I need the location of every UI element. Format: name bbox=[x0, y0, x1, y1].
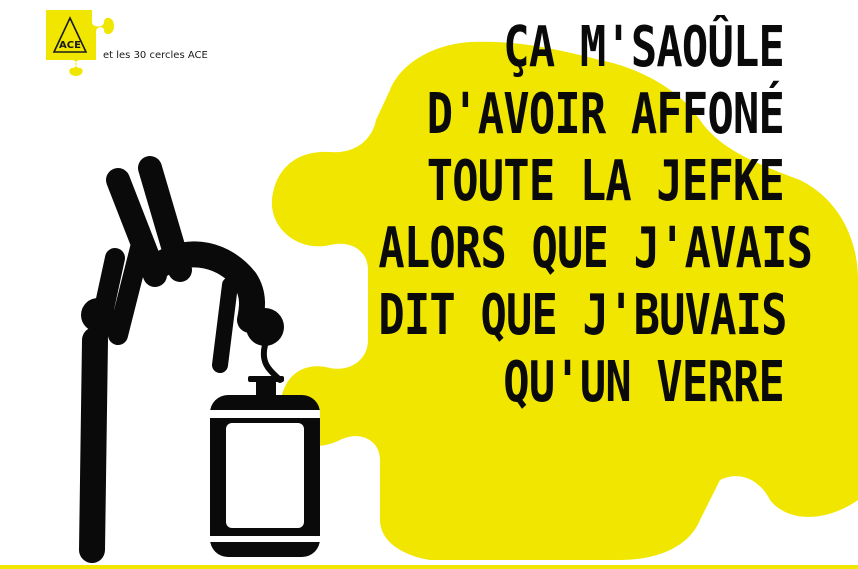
poster: ACE et les 30 cercles ACE ÇA M'SAOÛLE D'… bbox=[0, 0, 858, 569]
headline-line-2: D'AVOIR AFFONÉ bbox=[426, 82, 785, 147]
ace-puzzle-logo-icon: ACE bbox=[46, 10, 114, 76]
headline: ÇA M'SAOÛLE D'AVOIR AFFONÉ TOUTE LA JEFK… bbox=[378, 14, 813, 416]
headline-line-1: ÇA M'SAOÛLE bbox=[503, 15, 784, 80]
ace-logo: ACE bbox=[44, 8, 114, 78]
drinking-person-pictogram-icon bbox=[79, 156, 320, 563]
headline-line-5: DIT QUE J'BUVAIS bbox=[378, 283, 787, 348]
ground-strip bbox=[0, 565, 858, 569]
logo-text: ACE bbox=[59, 40, 81, 51]
circles-caption: et les 30 cercles ACE bbox=[103, 50, 208, 61]
headline-line-6: QU'UN VERRE bbox=[503, 350, 784, 415]
beer-keg-icon bbox=[210, 376, 320, 557]
headline-line-3: TOUTE LA JEFKE bbox=[426, 149, 785, 214]
headline-line-4: ALORS QUE J'AVAIS bbox=[378, 216, 813, 281]
